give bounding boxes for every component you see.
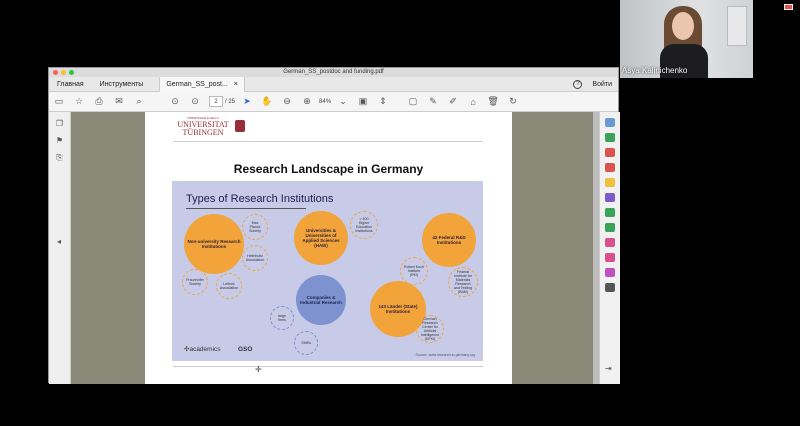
right-tools-pane: ⇥ xyxy=(599,112,620,384)
divider xyxy=(173,141,483,142)
page-number-input[interactable]: 2 xyxy=(209,96,223,107)
stamp-icon[interactable]: ⌂ xyxy=(466,95,480,109)
main-area: ❐ ⚑ ⎘ ◂ EBERHARD KARLS UNIVERSITAT TÜBIN… xyxy=(49,112,620,384)
fit-page-icon[interactable]: ▣ xyxy=(356,95,370,109)
participant-face xyxy=(672,12,694,40)
sign-in-link[interactable]: Войти xyxy=(592,81,612,88)
webcam-video-tile: Asya Kalinichenko xyxy=(620,0,753,78)
close-window-button[interactable] xyxy=(53,70,58,75)
circle-universities: Universities & Universities of Applied S… xyxy=(294,211,348,265)
email-icon[interactable]: ✉ xyxy=(112,95,126,109)
rotate-icon[interactable]: ↻ xyxy=(506,95,520,109)
search-icon[interactable]: ⌕ xyxy=(132,95,146,109)
close-tab-icon[interactable]: × xyxy=(234,81,238,88)
previous-page-icon[interactable]: ⊙ xyxy=(168,95,182,109)
slide-image: Types of Research Institutions Non-unive… xyxy=(172,181,483,361)
scroll-mode-icon[interactable]: ⇕ xyxy=(376,95,390,109)
page-thumbnails-icon[interactable]: ❐ xyxy=(55,119,65,129)
delete-icon[interactable]: 🗑 xyxy=(486,95,500,109)
menu-bar: Главная Инструменты German_SS_post... × … xyxy=(49,76,618,92)
university-seal-icon xyxy=(235,120,245,132)
document-tab-label: German_SS_post... xyxy=(166,80,228,88)
protect-icon[interactable] xyxy=(605,253,615,262)
more-tools-icon[interactable] xyxy=(605,283,615,292)
collapse-right-pane-icon[interactable]: ⇥ xyxy=(605,364,615,373)
page-total: / 25 xyxy=(225,98,236,105)
toolbar: ▭ ☆ ⎙ ✉ ⌕ ⊙ ⊙ 2 / 25 ➤ ✋ ⊖ ⊕ 84% ⌄ ▣ ⇕ ▢… xyxy=(49,92,618,112)
maximize-window-button[interactable] xyxy=(69,70,74,75)
scan-ocr-icon[interactable] xyxy=(605,223,615,232)
bookmarks-icon[interactable]: ⚑ xyxy=(55,136,65,146)
participant-name: Asya Kalinichenko xyxy=(622,66,688,75)
fill-sign-icon[interactable] xyxy=(605,238,615,247)
circle-leibniz: Leibniz Association xyxy=(216,273,242,299)
document-viewport[interactable]: EBERHARD KARLS UNIVERSITAT TÜBINGEN Rese… xyxy=(71,112,599,384)
gso-logo: GSO xyxy=(238,346,253,353)
zoom-tool-icon[interactable] xyxy=(605,118,615,127)
window-title: German_SS_postdoc and funding.pdf xyxy=(283,69,384,75)
circle-helmholtz: Helmholtz Association xyxy=(242,245,268,271)
print-icon[interactable]: ⎙ xyxy=(92,95,106,109)
circle-higher-education: > 400 Higher Education Institutions xyxy=(350,211,378,239)
left-navigation-pane: ❐ ⚑ ⎘ ◂ xyxy=(49,112,71,384)
subtitle-underline xyxy=(186,208,306,209)
circle-federal: 42 Federal R&D Institutions xyxy=(422,213,476,267)
slide-subtitle: Types of Research Institutions xyxy=(186,193,334,205)
zoom-level-select[interactable]: 84% xyxy=(319,99,331,105)
select-cursor-icon[interactable]: ➤ xyxy=(240,95,254,109)
edit-pdf-icon[interactable] xyxy=(605,148,615,157)
chevron-down-icon[interactable]: ⌄ xyxy=(336,95,350,109)
slide-title: Research Landscape in Germany xyxy=(233,162,424,176)
window-titlebar: German_SS_postdoc and funding.pdf xyxy=(49,68,618,77)
help-icon[interactable]: ? xyxy=(573,79,583,89)
document-tab[interactable]: German_SS_post... × xyxy=(159,76,245,92)
screen: Asya Kalinichenko German_SS_postdoc and … xyxy=(0,0,800,426)
pdf-reader-window: German_SS_postdoc and funding.pdf Главна… xyxy=(48,67,620,384)
recording-indicator-icon xyxy=(784,4,793,10)
move-cursor-icon: ✛ xyxy=(255,365,262,374)
draw-icon[interactable]: ✐ xyxy=(446,95,460,109)
divider-bottom xyxy=(173,366,483,367)
circle-fraunhofer: Fraunhofer Society xyxy=(182,269,208,295)
slide-source: Source: www.research-in-germany.org xyxy=(415,353,475,357)
collapse-left-pane-icon[interactable]: ◂ xyxy=(54,237,64,247)
circle-companies: Companies & Industrial Research xyxy=(296,275,346,325)
circle-smes: SMEs xyxy=(294,331,318,355)
bookmark-star-icon[interactable]: ☆ xyxy=(72,95,86,109)
zoom-out-icon[interactable]: ⊖ xyxy=(280,95,294,109)
next-page-icon[interactable]: ⊙ xyxy=(188,95,202,109)
zoom-in-icon[interactable]: ⊕ xyxy=(300,95,314,109)
circle-bam: Federal Institute for Materials Research… xyxy=(448,267,478,297)
window-controls xyxy=(53,70,74,75)
menu-home[interactable]: Главная xyxy=(49,81,92,88)
highlight-pen-icon[interactable]: ✎ xyxy=(426,95,440,109)
attachments-icon[interactable]: ⎘ xyxy=(55,153,65,163)
request-signature-icon[interactable] xyxy=(605,268,615,277)
create-pdf-icon[interactable] xyxy=(605,133,615,142)
combine-files-icon[interactable] xyxy=(605,208,615,217)
pdf-page: EBERHARD KARLS UNIVERSITAT TÜBINGEN Rese… xyxy=(145,112,512,384)
export-pdf-icon[interactable] xyxy=(605,163,615,172)
hand-tool-icon[interactable]: ✋ xyxy=(260,95,274,109)
background-shelf xyxy=(727,6,747,46)
university-logo: EBERHARD KARLS UNIVERSITAT TÜBINGEN xyxy=(177,116,229,137)
minimize-window-button[interactable] xyxy=(61,70,66,75)
organize-pages-icon[interactable] xyxy=(605,193,615,202)
save-icon[interactable]: ▭ xyxy=(52,95,66,109)
comment-icon[interactable]: ▢ xyxy=(406,95,420,109)
comment-tool-icon[interactable] xyxy=(605,178,615,187)
menu-tools[interactable]: Инструменты xyxy=(92,81,152,88)
academics-logo: ✣academics xyxy=(184,346,221,353)
circle-max-planck: Max Planck Society xyxy=(242,214,268,240)
circle-large-firms: large firms xyxy=(270,306,294,330)
circle-non-university: Non-university Research Institutions xyxy=(184,214,244,274)
circle-dfki: German Research Center for Artificial In… xyxy=(416,315,444,343)
